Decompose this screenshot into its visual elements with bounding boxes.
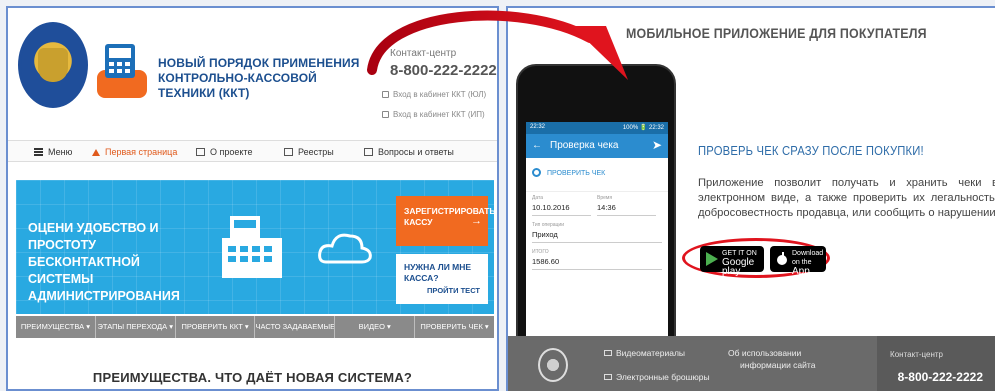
phone-status-bar: 22:32 100% 🔋 22:32	[526, 122, 668, 134]
tab-check-kkt[interactable]: ПРОВЕРИТЬ ККТ ▾	[176, 316, 256, 338]
login-ip-link[interactable]: Вход в кабинет ККТ (ИП)	[382, 110, 485, 119]
apple-icon	[777, 252, 787, 265]
main-nav: Меню Первая страница О проекте Реестры В…	[8, 140, 497, 162]
phone-screen: 22:32 100% 🔋 22:32 ← Проверка чека ➤ ПРОВЕР…	[526, 122, 668, 372]
home-icon	[92, 148, 100, 156]
lock-icon	[382, 91, 389, 98]
footer-emblem-icon	[538, 348, 568, 382]
google-play-button[interactable]: GET IT ON Google play	[700, 246, 764, 277]
app-store-button[interactable]: Download on the App Store	[770, 246, 826, 286]
app-section-title: МОБИЛЬНОЕ ПРИЛОЖЕНИЕ ДЛЯ ПОКУПАТЕЛЯ	[626, 26, 927, 41]
phone-total-field[interactable]: ИТОГО 1586.60	[526, 246, 668, 273]
fns-emblem-icon[interactable]	[18, 22, 88, 108]
phone-check-receipt-search[interactable]: ПРОВЕРИТЬ ЧЕК	[526, 158, 668, 192]
tab-check-receipt[interactable]: ПРОВЕРИТЬ ЧЕК ▾	[415, 316, 494, 338]
nav-faq[interactable]: Вопросы и ответы	[364, 147, 454, 157]
advantages-heading: ПРЕИМУЩЕСТВА. ЧТО ДАЁТ НОВАЯ СИСТЕМА?	[92, 370, 413, 385]
banner-headline: ОЦЕНИ УДОБСТВО И ПРОСТОТУ БЕСКОНТАКТНОЙ …	[28, 221, 180, 303]
back-arrow-icon[interactable]: ←	[532, 140, 542, 151]
footer-brochures-link[interactable]: Электронные брошюры	[604, 372, 710, 382]
chat-icon	[364, 148, 373, 156]
mobile-app-panel: МОБИЛЬНОЕ ПРИЛОЖЕНИЕ ДЛЯ ПОКУПАТЕЛЯ 22:3…	[506, 6, 995, 391]
phone-operation-type-field[interactable]: Тип операции Приход	[526, 219, 668, 246]
promo-banner: ОЦЕНИ УДОБСТВО И ПРОСТОТУ БЕСКОНТАКТНОЙ …	[16, 180, 494, 314]
check-receipt-headline: ПРОВЕРЬ ЧЕК СРАЗУ ПОСЛЕ ПОКУПКИ!	[698, 144, 924, 158]
contact-center-label: Контакт-центр	[390, 48, 457, 59]
google-play-icon	[706, 252, 718, 266]
app-description: Приложение позволит получать и хранить ч…	[698, 177, 995, 219]
register-kassa-button[interactable]: ЗАРЕГИСТРИРОВАТЬ КАССУ →	[396, 196, 494, 246]
need-kassa-test-button[interactable]: НУЖНА ЛИ МНЕ КАССА? ПРОЙТИ ТЕСТ	[396, 254, 488, 304]
nav-home[interactable]: Первая страница	[92, 147, 177, 157]
site-title: НОВЫЙ ПОРЯДОК ПРИМЕНЕНИЯ КОНТРОЛЬНО-КАСС…	[158, 56, 360, 100]
tab-video[interactable]: ВИДЕО ▾	[335, 316, 416, 338]
nav-about[interactable]: О проекте	[196, 147, 252, 157]
send-icon[interactable]: ➤	[652, 138, 662, 152]
phone-app-bar: ← Проверка чека ➤	[526, 134, 668, 158]
lock-icon	[382, 111, 389, 118]
smartphone-mockup: 22:32 100% 🔋 22:32 ← Проверка чека ➤ ПРОВЕР…	[516, 64, 676, 372]
tab-faq[interactable]: ЧАСТО ЗАДАВАЕМЫЕ ВОПРОСЫ ▾	[255, 316, 336, 338]
kkt-website-panel: НОВЫЙ ПОРЯДОК ПРИМЕНЕНИЯ КОНТРОЛЬНО-КАСС…	[6, 6, 499, 391]
section-tabbar: ПРЕИМУЩЕСТВА ▾ ЭТАПЫ ПЕРЕХОДА ▾ ПРОВЕРИТ…	[16, 316, 494, 338]
contact-phone[interactable]: 8-800-222-2222	[390, 62, 497, 79]
arrow-right-icon: →	[471, 215, 482, 227]
site-footer: Видеоматериалы Электронные брошюры Об ис…	[508, 336, 995, 391]
document-icon	[196, 148, 205, 156]
cash-register-icon	[222, 216, 282, 278]
video-icon	[604, 350, 612, 356]
footer-info-link-line2[interactable]: информации сайта	[740, 360, 815, 370]
kkt-logo-icon[interactable]	[93, 34, 151, 104]
footer-info-link[interactable]: Об использовании	[728, 348, 801, 358]
login-ul-link[interactable]: Вход в кабинет ККТ (ЮЛ)	[382, 90, 486, 99]
composite-screenshot: НОВЫЙ ПОРЯДОК ПРИМЕНЕНИЯ КОНТРОЛЬНО-КАСС…	[0, 0, 995, 391]
nav-menu[interactable]: Меню	[34, 147, 72, 157]
phone-time-field[interactable]: Время 14:36	[597, 195, 656, 216]
phone-date-field[interactable]: Дата 10.10.2016	[532, 195, 591, 216]
footer-video-link[interactable]: Видеоматериалы	[604, 348, 685, 358]
search-icon	[532, 168, 541, 177]
nav-registries[interactable]: Реестры	[284, 147, 334, 157]
tab-transition-stages[interactable]: ЭТАПЫ ПЕРЕХОДА ▾	[96, 316, 176, 338]
footer-contact-label: Контакт-центр	[890, 350, 943, 359]
site-header: НОВЫЙ ПОРЯДОК ПРИМЕНЕНИЯ КОНТРОЛЬНО-КАСС…	[8, 8, 497, 136]
cloud-signal-icon	[318, 233, 372, 264]
menu-icon	[34, 148, 43, 156]
brochure-icon	[604, 374, 612, 380]
footer-phone[interactable]: 8-800-222-2222	[898, 370, 983, 384]
tab-advantages[interactable]: ПРЕИМУЩЕСТВА ▾	[16, 316, 96, 338]
list-icon	[284, 148, 293, 156]
